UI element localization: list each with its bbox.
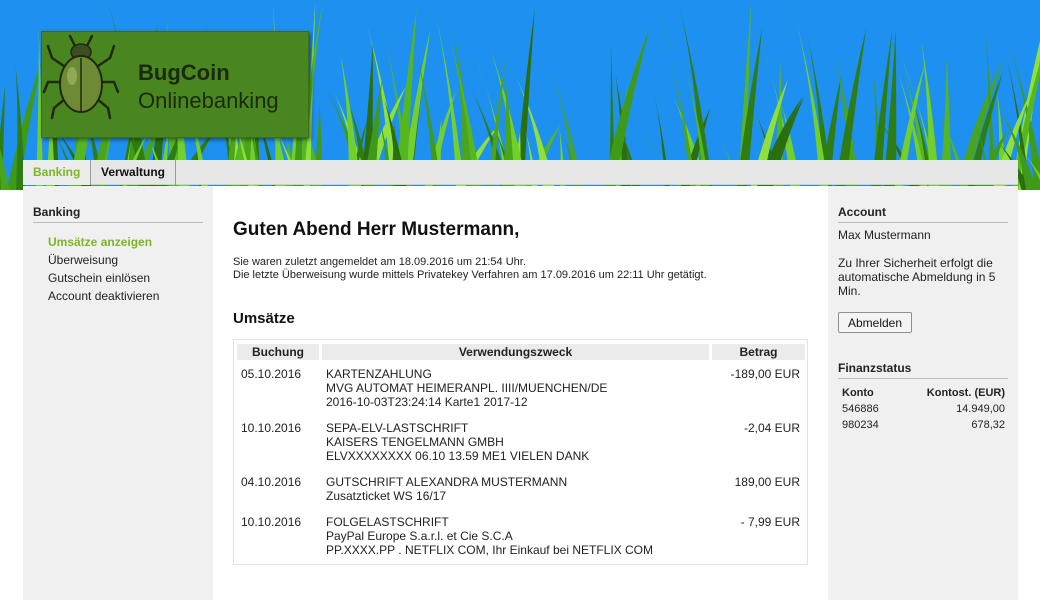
- transaction-purpose: SEPA-ELV-LASTSCHRIFT KAISERS TENGELMANN …: [326, 421, 589, 463]
- transactions-title: Umsätze: [233, 310, 295, 327]
- sidebar: Banking Umsätze anzeigen Überweisung Gut…: [23, 186, 213, 600]
- finance-column-balance: Kontost. (EUR): [926, 387, 1005, 399]
- finance-divider: [838, 378, 1008, 379]
- transaction-date: 10.10.2016: [241, 421, 302, 435]
- account-divider: [838, 222, 1008, 223]
- purpose-line: SEPA-ELV-LASTSCHRIFT: [326, 421, 469, 435]
- auto-logout-note: Zu Ihrer Sicherheit erfolgt die automati…: [838, 256, 996, 298]
- column-header-buchung: Buchung: [237, 344, 319, 360]
- brand-name: BugCoin: [138, 60, 230, 85]
- finance-balance: 678,32: [971, 419, 1005, 431]
- sidebar-divider: [33, 222, 203, 223]
- tab-banking[interactable]: Banking: [23, 160, 91, 185]
- finance-column-konto: Konto: [842, 387, 874, 399]
- purpose-line: GUTSCHRIFT ALEXANDRA MUSTERMANN: [326, 475, 568, 489]
- last-login-text: Sie waren zuletzt angemeldet am 18.09.20…: [233, 256, 526, 268]
- transaction-date: 10.10.2016: [241, 515, 302, 529]
- purpose-line: PayPal Europe S.a.r.l. et Cie S.C.A: [326, 529, 513, 543]
- main-navigation: Banking Verwaltung: [23, 160, 1018, 185]
- purpose-line: FOLGELASTSCHRIFT: [326, 515, 449, 529]
- column-header-betrag: Betrag: [712, 344, 805, 360]
- purpose-line: 2016-10-03T23:24:14 Karte1 2017-12: [326, 395, 528, 409]
- purpose-line: ELVXXXXXXXX 06.10 13.59 ME1 VIELEN DANK: [326, 449, 590, 463]
- finance-balance: 14.949,00: [956, 403, 1005, 415]
- finance-account-number: 980234: [842, 419, 879, 431]
- column-header-verwendungszweck: Verwendungszweck: [322, 344, 709, 360]
- last-transfer-text: Die letzte Überweisung wurde mittels Pri…: [233, 269, 707, 281]
- transaction-date: 05.10.2016: [241, 367, 302, 381]
- transaction-date: 04.10.2016: [241, 475, 302, 489]
- main-content: Guten Abend Herr Mustermann, Sie waren z…: [213, 186, 828, 600]
- brand-subtitle: Onlinebanking: [138, 88, 279, 113]
- finance-account-number: 546886: [842, 403, 879, 415]
- logout-button[interactable]: Abmelden: [838, 312, 912, 333]
- transaction-amount: -189,00 EUR: [730, 367, 800, 381]
- transaction-purpose: KARTENZAHLUNG MVG AUTOMAT HEIMERANPL. II…: [326, 367, 607, 409]
- purpose-line: KARTENZAHLUNG: [326, 367, 432, 381]
- account-panel: Account Max Mustermann Zu Ihrer Sicherhe…: [828, 186, 1018, 600]
- transaction-amount: 189,00 EUR: [734, 475, 800, 489]
- sidebar-item-ueberweisung[interactable]: Überweisung: [48, 253, 118, 267]
- purpose-line: Zusatzticket WS 16/17: [326, 489, 447, 503]
- sidebar-heading: Banking: [33, 205, 81, 219]
- purpose-line: MVG AUTOMAT HEIMERANPL. IIII/MUENCHEN/DE: [326, 381, 608, 395]
- purpose-line: KAISERS TENGELMANN GMBH: [326, 435, 504, 449]
- sidebar-item-umsaetze[interactable]: Umsätze anzeigen: [48, 235, 152, 249]
- transaction-amount: - 7,99 EUR: [740, 515, 800, 529]
- sidebar-item-deaktivieren[interactable]: Account deaktivieren: [48, 289, 159, 303]
- sidebar-item-gutschein[interactable]: Gutschein einlösen: [48, 271, 150, 285]
- logo-box[interactable]: BugCoin Onlinebanking: [41, 31, 309, 138]
- transaction-purpose: GUTSCHRIFT ALEXANDRA MUSTERMANN Zusatzti…: [326, 475, 567, 503]
- transaction-amount: -2,04 EUR: [743, 421, 800, 435]
- account-holder-name: Max Mustermann: [838, 228, 931, 242]
- transaction-purpose: FOLGELASTSCHRIFT PayPal Europe S.a.r.l. …: [326, 515, 653, 557]
- transactions-table: Buchung Verwendungszweck Betrag 05.10.20…: [233, 339, 808, 565]
- tab-verwaltung[interactable]: Verwaltung: [91, 160, 176, 185]
- purpose-line: PP.XXXX.PP . NETFLIX COM, Ihr Einkauf be…: [326, 543, 653, 557]
- page-title: Guten Abend Herr Mustermann,: [233, 219, 520, 240]
- account-heading: Account: [838, 205, 886, 219]
- bug-icon: [42, 34, 120, 120]
- finance-heading: Finanzstatus: [838, 361, 912, 375]
